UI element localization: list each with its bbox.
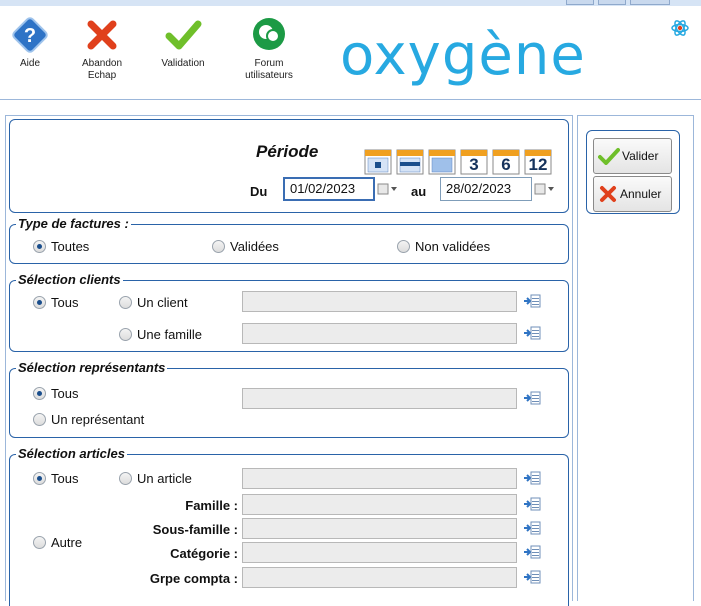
chat-bubble-icon (253, 18, 285, 50)
radio-dot (397, 240, 410, 253)
radio-un-client[interactable]: Un client (119, 295, 188, 310)
grpe-compta-label: Grpe compta : (149, 571, 238, 586)
representant-picker-icon[interactable] (523, 391, 541, 405)
radio-dot (33, 240, 46, 253)
famille-field[interactable] (242, 494, 517, 515)
forum-button[interactable]: Forum utilisateurs (234, 16, 304, 82)
categorie-field[interactable] (242, 542, 517, 563)
period-3-months-button[interactable]: 3 (460, 149, 488, 175)
categorie-picker-icon[interactable] (523, 545, 541, 559)
categorie-label: Catégorie : (170, 546, 238, 561)
article-picker-icon[interactable] (523, 471, 541, 485)
date-from-input[interactable]: 01/02/2023 (283, 177, 375, 201)
checkmark-icon (165, 20, 202, 50)
client-picker-icon[interactable] (523, 294, 541, 308)
sous-famille-field[interactable] (242, 518, 517, 539)
radio-articles-tous[interactable]: Tous (33, 471, 78, 486)
radio-un-representant[interactable]: Un représentant (33, 412, 144, 427)
sous-famille-label: Sous-famille : (152, 522, 238, 537)
aide-button[interactable]: ? Aide (10, 16, 50, 70)
radio-une-famille[interactable]: Une famille (119, 327, 202, 342)
article-field[interactable] (242, 468, 517, 489)
cancel-x-icon (87, 20, 117, 50)
radio-autre[interactable]: Autre (33, 535, 82, 550)
period-12-months-button[interactable]: 12 (524, 149, 552, 175)
radio-dot (33, 296, 46, 309)
abandon-button[interactable]: Abandon Echap (74, 16, 130, 82)
toolbar: ? Aide Abandon Echap Validation Forum ut… (0, 6, 701, 100)
famille-client-field[interactable] (242, 323, 517, 344)
radio-dot (119, 296, 132, 309)
selection-clients-legend: Sélection clients (16, 272, 123, 287)
grpe-compta-picker-icon[interactable] (523, 570, 541, 584)
radio-clients-tous[interactable]: Tous (33, 295, 78, 310)
client-field[interactable] (242, 291, 517, 312)
check-icon (598, 148, 620, 165)
selection-articles-legend: Sélection articles (16, 446, 127, 461)
grpe-compta-field[interactable] (242, 567, 517, 588)
date-from-calendar-icon[interactable] (377, 183, 399, 195)
help-icon: ? (12, 17, 48, 53)
du-label: Du (250, 184, 268, 199)
maximize-button[interactable] (598, 0, 626, 5)
radio-dot (33, 536, 46, 549)
actions-panel: Valider Annuler (577, 115, 694, 601)
au-label: au (411, 184, 427, 199)
radio-validees[interactable]: Validées (212, 239, 279, 254)
period-6-months-button[interactable]: 6 (492, 149, 520, 175)
minimize-button[interactable] (566, 0, 594, 5)
radio-dot (119, 472, 132, 485)
radio-dot (33, 472, 46, 485)
selection-clients-group: Sélection clients Tous Un client Une fam… (9, 272, 569, 352)
filter-panel: Période 3 6 12 Du 01/02/2023 au 28/02/20… (5, 115, 573, 606)
valider-button[interactable]: Valider (593, 138, 672, 174)
radio-dot (33, 387, 46, 400)
radio-non-validees[interactable]: Non validées (397, 239, 490, 254)
type-factures-group: Type de factures : Toutes Validées Non v… (9, 216, 569, 264)
selection-articles-group: Sélection articles Tous Un article Famil… (9, 446, 569, 606)
periode-group: Période 3 6 12 Du 01/02/2023 au 28/02/20… (9, 119, 569, 213)
date-to-calendar-icon[interactable] (534, 183, 556, 195)
famille-picker-icon[interactable] (523, 497, 541, 511)
radio-representants-tous[interactable]: Tous (33, 386, 78, 401)
actions-group: Valider Annuler (586, 130, 680, 214)
sous-famille-picker-icon[interactable] (523, 521, 541, 535)
representant-field[interactable] (242, 388, 517, 409)
period-week-icon[interactable] (396, 149, 424, 175)
radio-dot (119, 328, 132, 341)
period-month-icon[interactable] (428, 149, 456, 175)
famille-client-picker-icon[interactable] (523, 326, 541, 340)
radio-toutes[interactable]: Toutes (33, 239, 89, 254)
validation-button[interactable]: Validation (152, 16, 214, 70)
radio-dot (33, 413, 46, 426)
type-factures-legend: Type de factures : (16, 216, 131, 231)
selection-representants-legend: Sélection représentants (16, 360, 168, 375)
radio-dot (212, 240, 225, 253)
period-day-icon[interactable] (364, 149, 392, 175)
radio-un-article[interactable]: Un article (119, 471, 192, 486)
periode-title: Période (256, 142, 319, 161)
content-area: Période 3 6 12 Du 01/02/2023 au 28/02/20… (0, 101, 701, 606)
atom-icon (671, 20, 689, 36)
famille-label: Famille : (185, 498, 238, 513)
selection-representants-group: Sélection représentants Tous Un représen… (9, 360, 569, 438)
annuler-button[interactable]: Annuler (593, 176, 672, 212)
date-to-input[interactable]: 28/02/2023 (440, 177, 532, 201)
oxygene-logo: oxygène (340, 23, 586, 88)
close-window-button[interactable] (630, 0, 670, 5)
svg-text:?: ? (24, 25, 36, 47)
close-icon (600, 186, 616, 202)
